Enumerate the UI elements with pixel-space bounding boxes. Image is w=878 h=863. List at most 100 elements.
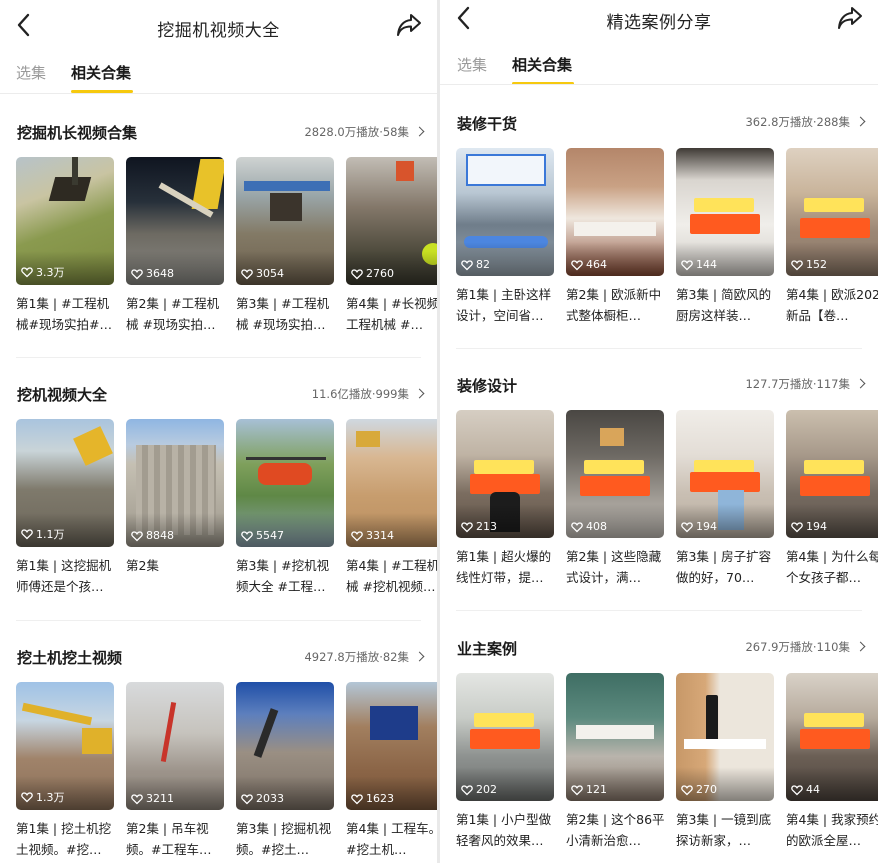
video-thumbnail: 5547	[236, 419, 334, 547]
like-count: 1.3万	[36, 791, 65, 804]
video-caption: 第3集 | 简欧风的厨房这样装…	[676, 287, 772, 323]
section-stats-link[interactable]: 2828.0万播放·58集	[304, 124, 425, 140]
chevron-right-icon	[414, 388, 425, 399]
video-caption: 第2集 | 这个86平小清新治愈…	[566, 812, 665, 848]
section-title: 挖掘机长视频合集	[17, 124, 138, 142]
section-stats-link[interactable]: 127.7万播放·117集	[745, 376, 866, 392]
section-stats: 267.9万播放·110集	[745, 640, 850, 654]
like-count: 152	[806, 258, 827, 271]
video-thumbnail: 2760	[346, 157, 437, 285]
heart-icon	[241, 530, 253, 541]
video-thumbnail: 3648	[126, 157, 224, 285]
video-thumbnail: 3.3万	[16, 157, 114, 285]
heart-icon	[241, 793, 253, 804]
heart-icon	[21, 267, 33, 278]
section-title: 装修设计	[457, 377, 518, 395]
tab-episodes[interactable]: 选集	[16, 62, 46, 83]
like-count: 3211	[146, 792, 174, 805]
like-count: 2033	[256, 792, 284, 805]
video-caption: 第4集 | #长视频#工程机械 #…	[346, 296, 437, 332]
tabs-divider	[0, 93, 437, 94]
like-count: 3648	[146, 267, 174, 280]
video-thumbnail: 144	[676, 148, 774, 276]
like-count: 213	[476, 520, 497, 533]
section-stats: 2828.0万播放·58集	[304, 125, 409, 139]
video-caption: 第4集 | #工程机械 #挖机视频…	[346, 558, 437, 594]
video-thumbnail: 121	[566, 673, 664, 801]
left-screen: 挖掘机视频大全 选集 相关合集 挖掘机长视频合集 2828.0万播放·58集 3…	[0, 0, 437, 863]
video-caption: 第1集 | 挖土机挖土视频。#挖…	[16, 821, 112, 857]
like-count: 5547	[256, 529, 284, 542]
heart-icon	[351, 268, 363, 279]
video-thumbnail: 1.3万	[16, 682, 114, 810]
heart-icon	[791, 784, 803, 795]
like-count: 44	[806, 783, 820, 796]
share-arrow-icon[interactable]	[836, 5, 864, 31]
video-caption: 第1集 | 小户型做轻奢风的效果…	[456, 812, 552, 848]
video-thumbnail: 408	[566, 410, 664, 538]
video-caption: 第4集 | 工程车。#挖土机…	[346, 821, 437, 857]
video-caption: 第2集 | 吊车视频。#工程车…	[126, 821, 212, 857]
section-stats-link[interactable]: 4927.8万播放·82集	[304, 649, 425, 665]
video-caption: 第2集 | 欧派新中式整体橱柜…	[566, 287, 662, 323]
like-count: 194	[806, 520, 827, 533]
tab-episodes[interactable]: 选集	[457, 54, 487, 75]
video-thumbnail: 152	[786, 148, 878, 276]
video-thumbnail: 464	[566, 148, 664, 276]
page-title: 精选案例分享	[606, 13, 712, 33]
video-caption: 第4集 | 为什么每个女孩子都…	[786, 549, 878, 585]
section-stats: 4927.8万播放·82集	[304, 650, 409, 664]
like-count: 194	[696, 520, 717, 533]
video-thumbnail: 1.1万	[16, 419, 114, 547]
chevron-right-icon	[414, 651, 425, 662]
heart-icon	[461, 784, 473, 795]
section-divider	[456, 348, 862, 349]
video-thumbnail: 1623	[346, 682, 437, 810]
section-stats-link[interactable]: 362.8万播放·288集	[745, 114, 866, 130]
section-stats-link[interactable]: 267.9万播放·110集	[745, 639, 866, 655]
tab-bar: 选集 相关合集	[0, 56, 437, 96]
like-count: 1623	[366, 792, 394, 805]
heart-icon	[461, 259, 473, 270]
heart-icon	[21, 529, 33, 540]
video-thumbnail: 194	[786, 410, 878, 538]
section-title: 装修干货	[457, 115, 518, 133]
share-arrow-icon[interactable]	[395, 12, 423, 38]
section-stats-link[interactable]: 11.6亿播放·999集	[311, 386, 425, 402]
section-title: 挖机视频大全	[17, 386, 108, 404]
video-caption: 第1集 | 主卧这样设计，空间省…	[456, 287, 552, 323]
tab-related-collections[interactable]: 相关合集	[71, 62, 131, 83]
video-thumbnail: 202	[456, 673, 554, 801]
section-title: 挖土机挖土视频	[17, 649, 123, 667]
chevron-right-icon	[414, 126, 425, 137]
heart-icon	[461, 521, 473, 532]
section-stats: 11.6亿播放·999集	[311, 387, 409, 401]
like-count: 8848	[146, 529, 174, 542]
like-count: 3.3万	[36, 266, 65, 279]
like-count: 464	[586, 258, 607, 271]
chevron-right-icon	[855, 378, 866, 389]
video-caption: 第1集 | 这挖掘机师傅还是个孩…	[16, 558, 112, 594]
video-caption: 第2集 | 这些隐藏式设计，满…	[566, 549, 662, 585]
video-thumbnail: 2033	[236, 682, 334, 810]
video-caption: 第2集 | #工程机械 #现场实拍…	[126, 296, 220, 332]
tab-related-collections[interactable]: 相关合集	[512, 54, 572, 75]
video-caption: 第3集 | #工程机械 #现场实拍…	[236, 296, 330, 332]
heart-icon	[681, 784, 693, 795]
video-caption: 第1集 | 超火爆的线性灯带，提…	[456, 549, 552, 585]
like-count: 202	[476, 783, 497, 796]
like-count: 1.1万	[36, 528, 65, 541]
tab-bar: 选集 相关合集	[440, 48, 878, 88]
page-title: 挖掘机视频大全	[157, 21, 280, 41]
like-count: 82	[476, 258, 490, 271]
like-count: 3054	[256, 267, 284, 280]
video-caption: 第4集 | 我家预约的欧派全屋…	[786, 812, 878, 848]
like-count: 121	[586, 783, 607, 796]
video-thumbnail: 44	[786, 673, 878, 801]
heart-icon	[131, 268, 143, 279]
section-divider	[16, 357, 421, 358]
like-count: 144	[696, 258, 717, 271]
tabs-divider	[440, 84, 878, 85]
like-count: 2760	[366, 267, 394, 280]
video-thumbnail: 213	[456, 410, 554, 538]
